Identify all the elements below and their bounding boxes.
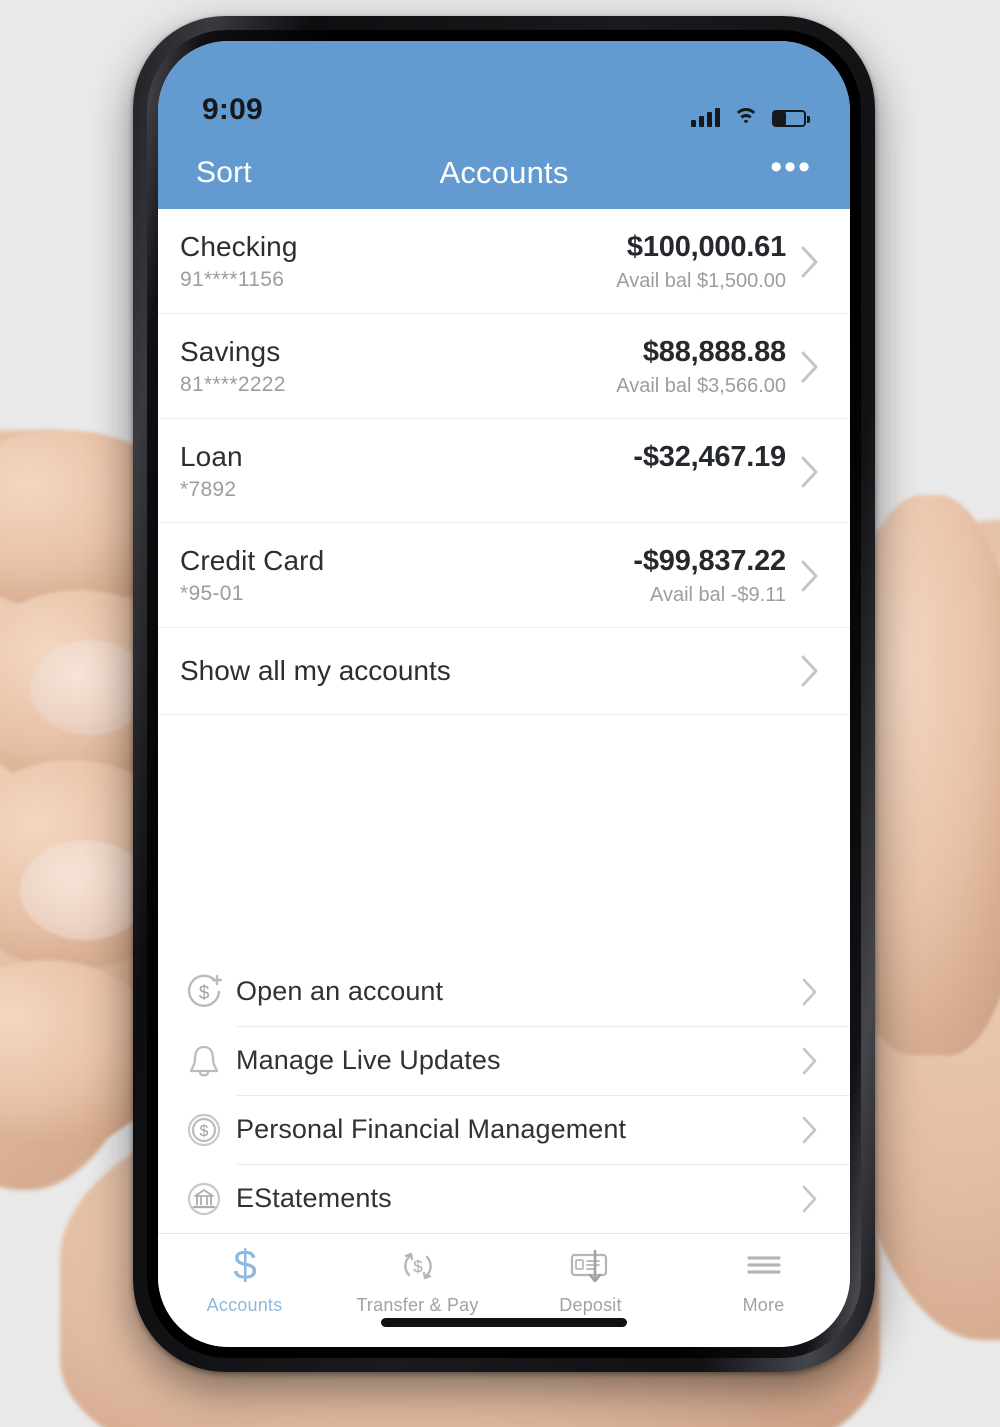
account-info: Loan *7892	[180, 441, 633, 502]
table-row[interactable]: Credit Card *95-01 -$99,837.22 Avail bal…	[158, 523, 850, 628]
dollar-coin-icon: $	[172, 1109, 236, 1151]
account-available-balance: Avail bal $1,500.00	[616, 270, 786, 292]
list-item-label: EStatements	[236, 1183, 392, 1213]
chevron-right-icon	[792, 350, 828, 384]
list-item-label: Manage Live Updates	[236, 1045, 501, 1075]
account-name: Loan	[180, 441, 243, 472]
chevron-right-icon	[792, 559, 828, 593]
tab-deposit[interactable]: Deposit	[504, 1244, 677, 1316]
account-name: Checking	[180, 231, 298, 262]
list-item[interactable]: Manage Live Updates	[158, 1026, 850, 1095]
account-balance-group: $88,888.88 Avail bal $3,566.00	[616, 336, 792, 398]
phone-device: 9:09 Sort Accounts ••• Checking 91****11…	[133, 16, 875, 1372]
tab-label: Deposit	[559, 1295, 622, 1315]
chevron-right-icon	[792, 1046, 828, 1076]
chevron-right-icon	[792, 654, 828, 688]
tab-label: Transfer & Pay	[356, 1295, 479, 1315]
chevron-right-icon	[792, 977, 828, 1007]
tab-label: More	[742, 1295, 785, 1315]
transfer-arrows-icon: $	[396, 1244, 440, 1288]
status-icons	[691, 107, 810, 127]
account-info: Credit Card *95-01	[180, 545, 633, 606]
page-title: Accounts	[439, 155, 569, 190]
status-bar: 9:09	[158, 41, 850, 137]
account-balance-group: -$32,467.19	[633, 441, 792, 480]
hamburger-menu-icon	[742, 1244, 786, 1288]
more-options-button[interactable]: •••	[770, 150, 812, 185]
tab-more[interactable]: More	[677, 1244, 850, 1316]
table-row[interactable]: Checking 91****1156 $100,000.61 Avail ba…	[158, 209, 850, 314]
battery-icon	[772, 110, 810, 127]
account-name: Savings	[180, 336, 281, 367]
chevron-right-icon	[792, 455, 828, 489]
svg-text:$: $	[199, 983, 210, 1004]
account-balance-group: $100,000.61 Avail bal $1,500.00	[616, 231, 792, 293]
phone-bezel: 9:09 Sort Accounts ••• Checking 91****11…	[147, 30, 861, 1358]
tab-label: Accounts	[206, 1295, 283, 1315]
account-number: 81****2222	[180, 373, 286, 396]
dollar-sign-icon: $	[225, 1244, 265, 1288]
account-name: Credit Card	[180, 545, 325, 576]
show-all-accounts-label: Show all my accounts	[180, 655, 451, 686]
bank-building-icon	[172, 1178, 236, 1220]
phone-screen: 9:09 Sort Accounts ••• Checking 91****11…	[158, 41, 850, 1347]
status-clock: 9:09	[202, 93, 263, 126]
account-balance-group: -$99,837.22 Avail bal -$9.11	[633, 545, 792, 607]
account-info: Checking 91****1156	[180, 231, 616, 292]
content-spacer	[158, 715, 850, 957]
account-balance: $100,000.61	[626, 231, 786, 263]
sort-button[interactable]: Sort	[196, 156, 252, 190]
account-balance: -$99,837.22	[633, 545, 786, 577]
table-row[interactable]: Savings 81****2222 $88,888.88 Avail bal …	[158, 314, 850, 419]
nav-bar: Sort Accounts •••	[158, 137, 850, 209]
chevron-right-icon	[792, 1184, 828, 1214]
svg-text:$: $	[413, 1257, 423, 1276]
dollar-plus-circle-icon: $	[172, 971, 236, 1013]
list-item[interactable]: $ Open an account	[158, 957, 850, 1026]
account-number: 91****1156	[180, 268, 285, 291]
bell-icon	[172, 1040, 236, 1082]
account-number: *7892	[180, 478, 237, 501]
list-item-label: Personal Financial Management	[236, 1114, 627, 1144]
table-row[interactable]: Loan *7892 -$32,467.19	[158, 419, 850, 523]
account-number: *95-01	[180, 582, 244, 605]
list-item[interactable]: $ Personal Financial Management	[158, 1095, 850, 1164]
list-item-label: Open an account	[236, 976, 444, 1006]
check-deposit-icon	[566, 1244, 616, 1288]
cellular-signal-icon	[691, 107, 720, 127]
account-info: Savings 81****2222	[180, 336, 616, 397]
wifi-icon	[733, 108, 759, 127]
accounts-content: Checking 91****1156 $100,000.61 Avail ba…	[158, 209, 850, 1233]
account-balance: -$32,467.19	[633, 441, 786, 473]
chevron-right-icon	[792, 245, 828, 279]
list-item[interactable]: EStatements	[158, 1164, 850, 1233]
bottom-tab-bar: $ Accounts $ Transfer & Pay Deposit More	[158, 1233, 850, 1347]
svg-text:$: $	[233, 1244, 256, 1288]
show-all-accounts-row[interactable]: Show all my accounts	[158, 628, 850, 715]
account-balance: $88,888.88	[642, 336, 786, 368]
home-indicator[interactable]	[381, 1318, 627, 1327]
fingernail-middle	[30, 640, 150, 735]
svg-text:$: $	[200, 1123, 209, 1140]
tab-accounts[interactable]: $ Accounts	[158, 1244, 331, 1316]
fingernail-ring	[20, 840, 150, 940]
chevron-right-icon	[792, 1115, 828, 1145]
account-available-balance: Avail bal -$9.11	[649, 584, 786, 606]
tab-transfer-pay[interactable]: $ Transfer & Pay	[331, 1244, 504, 1316]
account-available-balance: Avail bal $3,566.00	[616, 375, 786, 397]
